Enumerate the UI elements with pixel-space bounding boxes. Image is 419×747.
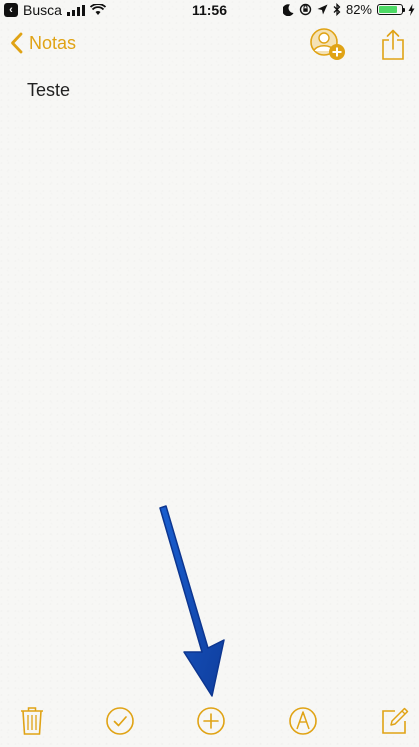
add-icon (197, 707, 225, 735)
charging-icon (408, 3, 415, 16)
compose-button[interactable] (377, 703, 413, 739)
rotation-lock-icon (299, 3, 312, 16)
location-icon (317, 4, 328, 15)
note-text[interactable]: Teste (27, 80, 70, 101)
nav-bar: Notas (0, 24, 419, 68)
add-person-icon (310, 28, 345, 60)
checklist-icon (106, 707, 134, 735)
chevron-left-icon (11, 32, 23, 54)
add-button[interactable] (193, 703, 229, 739)
add-person-button[interactable] (309, 27, 347, 63)
back-button[interactable]: Notas (10, 32, 76, 54)
trash-icon (21, 707, 43, 735)
annotation-arrow-icon (159, 505, 225, 697)
status-right: 82% (282, 2, 415, 17)
markup-button[interactable] (285, 703, 321, 739)
back-button-label[interactable]: Notas (29, 33, 76, 54)
compose-icon (382, 707, 409, 734)
checklist-button[interactable] (102, 703, 138, 739)
bottom-toolbar (0, 695, 419, 747)
bluetooth-icon (333, 3, 341, 16)
battery-percent: 82% (345, 2, 372, 17)
moon-icon (282, 3, 294, 16)
nav-actions (309, 27, 405, 63)
markup-icon (289, 707, 317, 735)
battery-level-fill (379, 6, 398, 13)
share-icon (382, 29, 404, 60)
trash-button[interactable] (14, 703, 50, 739)
share-button[interactable] (381, 29, 405, 61)
status-bar: ‹ Busca 11:56 82% (0, 0, 419, 20)
battery-icon (377, 4, 405, 15)
